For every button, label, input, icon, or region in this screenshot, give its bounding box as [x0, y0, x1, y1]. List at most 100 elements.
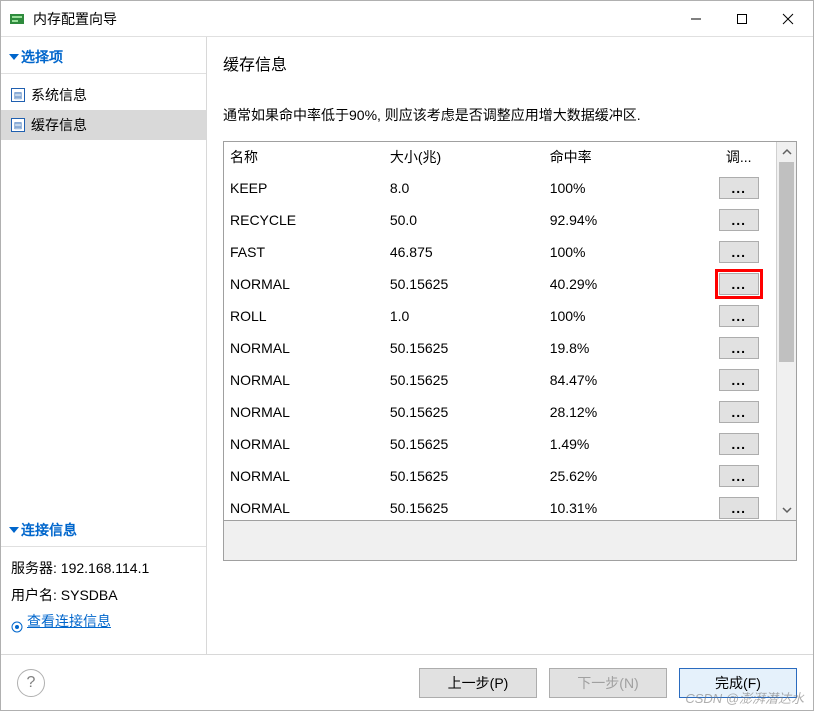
adjust-button[interactable]: ...: [719, 465, 759, 487]
scroll-up-button[interactable]: [777, 142, 796, 162]
cache-table: 名称 大小(兆) 命中率 调... KEEP8.0100%...RECYCLE5…: [224, 142, 776, 520]
view-connection-label: 查看连接信息: [27, 608, 111, 635]
close-button[interactable]: [765, 3, 811, 35]
adjust-button[interactable]: ...: [719, 305, 759, 327]
adjust-button[interactable]: ...: [719, 433, 759, 455]
cell-hit: 100%: [544, 172, 702, 204]
col-hit-header[interactable]: 命中率: [544, 142, 702, 172]
adjust-button[interactable]: ...: [719, 497, 759, 519]
cell-name: KEEP: [224, 172, 384, 204]
adjust-button[interactable]: ...: [719, 401, 759, 423]
list-icon: ▤: [11, 118, 25, 132]
adjust-button[interactable]: ...: [719, 209, 759, 231]
table-row[interactable]: ROLL1.0100%...: [224, 300, 776, 332]
cell-name: NORMAL: [224, 460, 384, 492]
cell-size: 1.0: [384, 300, 544, 332]
sidebar-item-system-info[interactable]: ▤ 系统信息: [1, 80, 206, 110]
table-header-row: 名称 大小(兆) 命中率 调...: [224, 142, 776, 172]
cell-name: FAST: [224, 236, 384, 268]
table-row[interactable]: NORMAL50.1562525.62%...: [224, 460, 776, 492]
cell-adjust: ...: [701, 460, 776, 492]
cell-hit: 100%: [544, 300, 702, 332]
list-icon: ▤: [11, 88, 25, 102]
cell-hit: 40.29%: [544, 268, 702, 300]
cell-name: ROLL: [224, 300, 384, 332]
table-row[interactable]: NORMAL50.1562510.31%...: [224, 492, 776, 520]
minimize-button[interactable]: [673, 3, 719, 35]
adjust-button[interactable]: ...: [719, 337, 759, 359]
next-button: 下一步(N): [549, 668, 667, 698]
connection-section: 连接信息 服务器: 192.168.114.1 用户名: SYSDBA 查: [1, 510, 206, 654]
table-row[interactable]: NORMAL50.156251.49%...: [224, 428, 776, 460]
help-button[interactable]: ?: [17, 669, 45, 697]
adjust-button[interactable]: ...: [719, 241, 759, 263]
cell-adjust: ...: [701, 396, 776, 428]
connection-header-label: 连接信息: [21, 520, 77, 540]
page-title: 缓存信息: [223, 51, 797, 75]
cell-size: 50.15625: [384, 396, 544, 428]
cell-adjust: ...: [701, 428, 776, 460]
footer: ? 上一步(P) 下一步(N) 完成(F): [1, 654, 813, 710]
server-label: 服务器:: [11, 560, 57, 576]
cell-adjust: ...: [701, 332, 776, 364]
cell-name: NORMAL: [224, 268, 384, 300]
table-row[interactable]: KEEP8.0100%...: [224, 172, 776, 204]
cell-name: RECYCLE: [224, 204, 384, 236]
cell-adjust: ...: [701, 364, 776, 396]
cell-hit: 19.8%: [544, 332, 702, 364]
adjust-button[interactable]: ...: [719, 177, 759, 199]
cell-hit: 1.49%: [544, 428, 702, 460]
table-row[interactable]: NORMAL50.1562528.12%...: [224, 396, 776, 428]
nav-list: ▤ 系统信息 ▤ 缓存信息: [1, 74, 206, 146]
connection-body: 服务器: 192.168.114.1 用户名: SYSDBA 查看连接信息: [1, 547, 206, 642]
sidebar-item-label: 缓存信息: [31, 115, 87, 135]
cell-adjust: ...: [701, 236, 776, 268]
table-row[interactable]: NORMAL50.1562519.8%...: [224, 332, 776, 364]
maximize-button[interactable]: [719, 3, 765, 35]
cell-name: NORMAL: [224, 428, 384, 460]
view-connection-link[interactable]: 查看连接信息: [11, 608, 111, 635]
cell-adjust: ...: [701, 300, 776, 332]
cell-hit: 28.12%: [544, 396, 702, 428]
cell-hit: 10.31%: [544, 492, 702, 520]
adjust-button[interactable]: ...: [719, 273, 759, 295]
prev-button[interactable]: 上一步(P): [419, 668, 537, 698]
col-adjust-header[interactable]: 调...: [701, 142, 776, 172]
content-area: 选择项 ▤ 系统信息 ▤ 缓存信息 连接信息 服务器: 192.168.114.…: [1, 37, 813, 654]
finish-button[interactable]: 完成(F): [679, 668, 797, 698]
col-size-header[interactable]: 大小(兆): [384, 142, 544, 172]
table-row[interactable]: NORMAL50.1562540.29%...: [224, 268, 776, 300]
main-panel: 缓存信息 通常如果命中率低于90%, 则应该考虑是否调整应用增大数据缓冲区. 名…: [207, 37, 813, 654]
cell-size: 50.15625: [384, 332, 544, 364]
description-text: 通常如果命中率低于90%, 则应该考虑是否调整应用增大数据缓冲区.: [223, 105, 797, 125]
sidebar: 选择项 ▤ 系统信息 ▤ 缓存信息 连接信息 服务器: 192.168.114.…: [1, 37, 207, 654]
select-header-label: 选择项: [21, 47, 63, 67]
select-section-header[interactable]: 选择项: [1, 37, 206, 74]
adjust-button[interactable]: ...: [719, 369, 759, 391]
cell-hit: 84.47%: [544, 364, 702, 396]
connection-section-header[interactable]: 连接信息: [1, 510, 206, 547]
table-row[interactable]: NORMAL50.1562584.47%...: [224, 364, 776, 396]
cell-size: 50.15625: [384, 492, 544, 520]
window-title: 内存配置向导: [33, 9, 117, 29]
cell-adjust: ...: [701, 172, 776, 204]
cell-hit: 25.62%: [544, 460, 702, 492]
collapse-arrow-icon: [9, 54, 19, 60]
app-icon: [9, 11, 25, 27]
scroll-down-button[interactable]: [777, 500, 796, 520]
sidebar-item-cache-info[interactable]: ▤ 缓存信息: [1, 110, 206, 140]
cell-hit: 100%: [544, 236, 702, 268]
sidebar-item-label: 系统信息: [31, 85, 87, 105]
table-footer-gap: [223, 521, 797, 561]
cell-name: NORMAL: [224, 396, 384, 428]
table-row[interactable]: FAST46.875100%...: [224, 236, 776, 268]
cell-size: 46.875: [384, 236, 544, 268]
scrollbar-thumb[interactable]: [779, 162, 794, 362]
table-row[interactable]: RECYCLE50.092.94%...: [224, 204, 776, 236]
vertical-scrollbar[interactable]: [776, 142, 796, 520]
cell-adjust: ...: [701, 268, 776, 300]
window-controls: [673, 3, 811, 35]
cache-table-container: 名称 大小(兆) 命中率 调... KEEP8.0100%...RECYCLE5…: [223, 141, 797, 521]
col-name-header[interactable]: 名称: [224, 142, 384, 172]
cell-size: 50.15625: [384, 428, 544, 460]
